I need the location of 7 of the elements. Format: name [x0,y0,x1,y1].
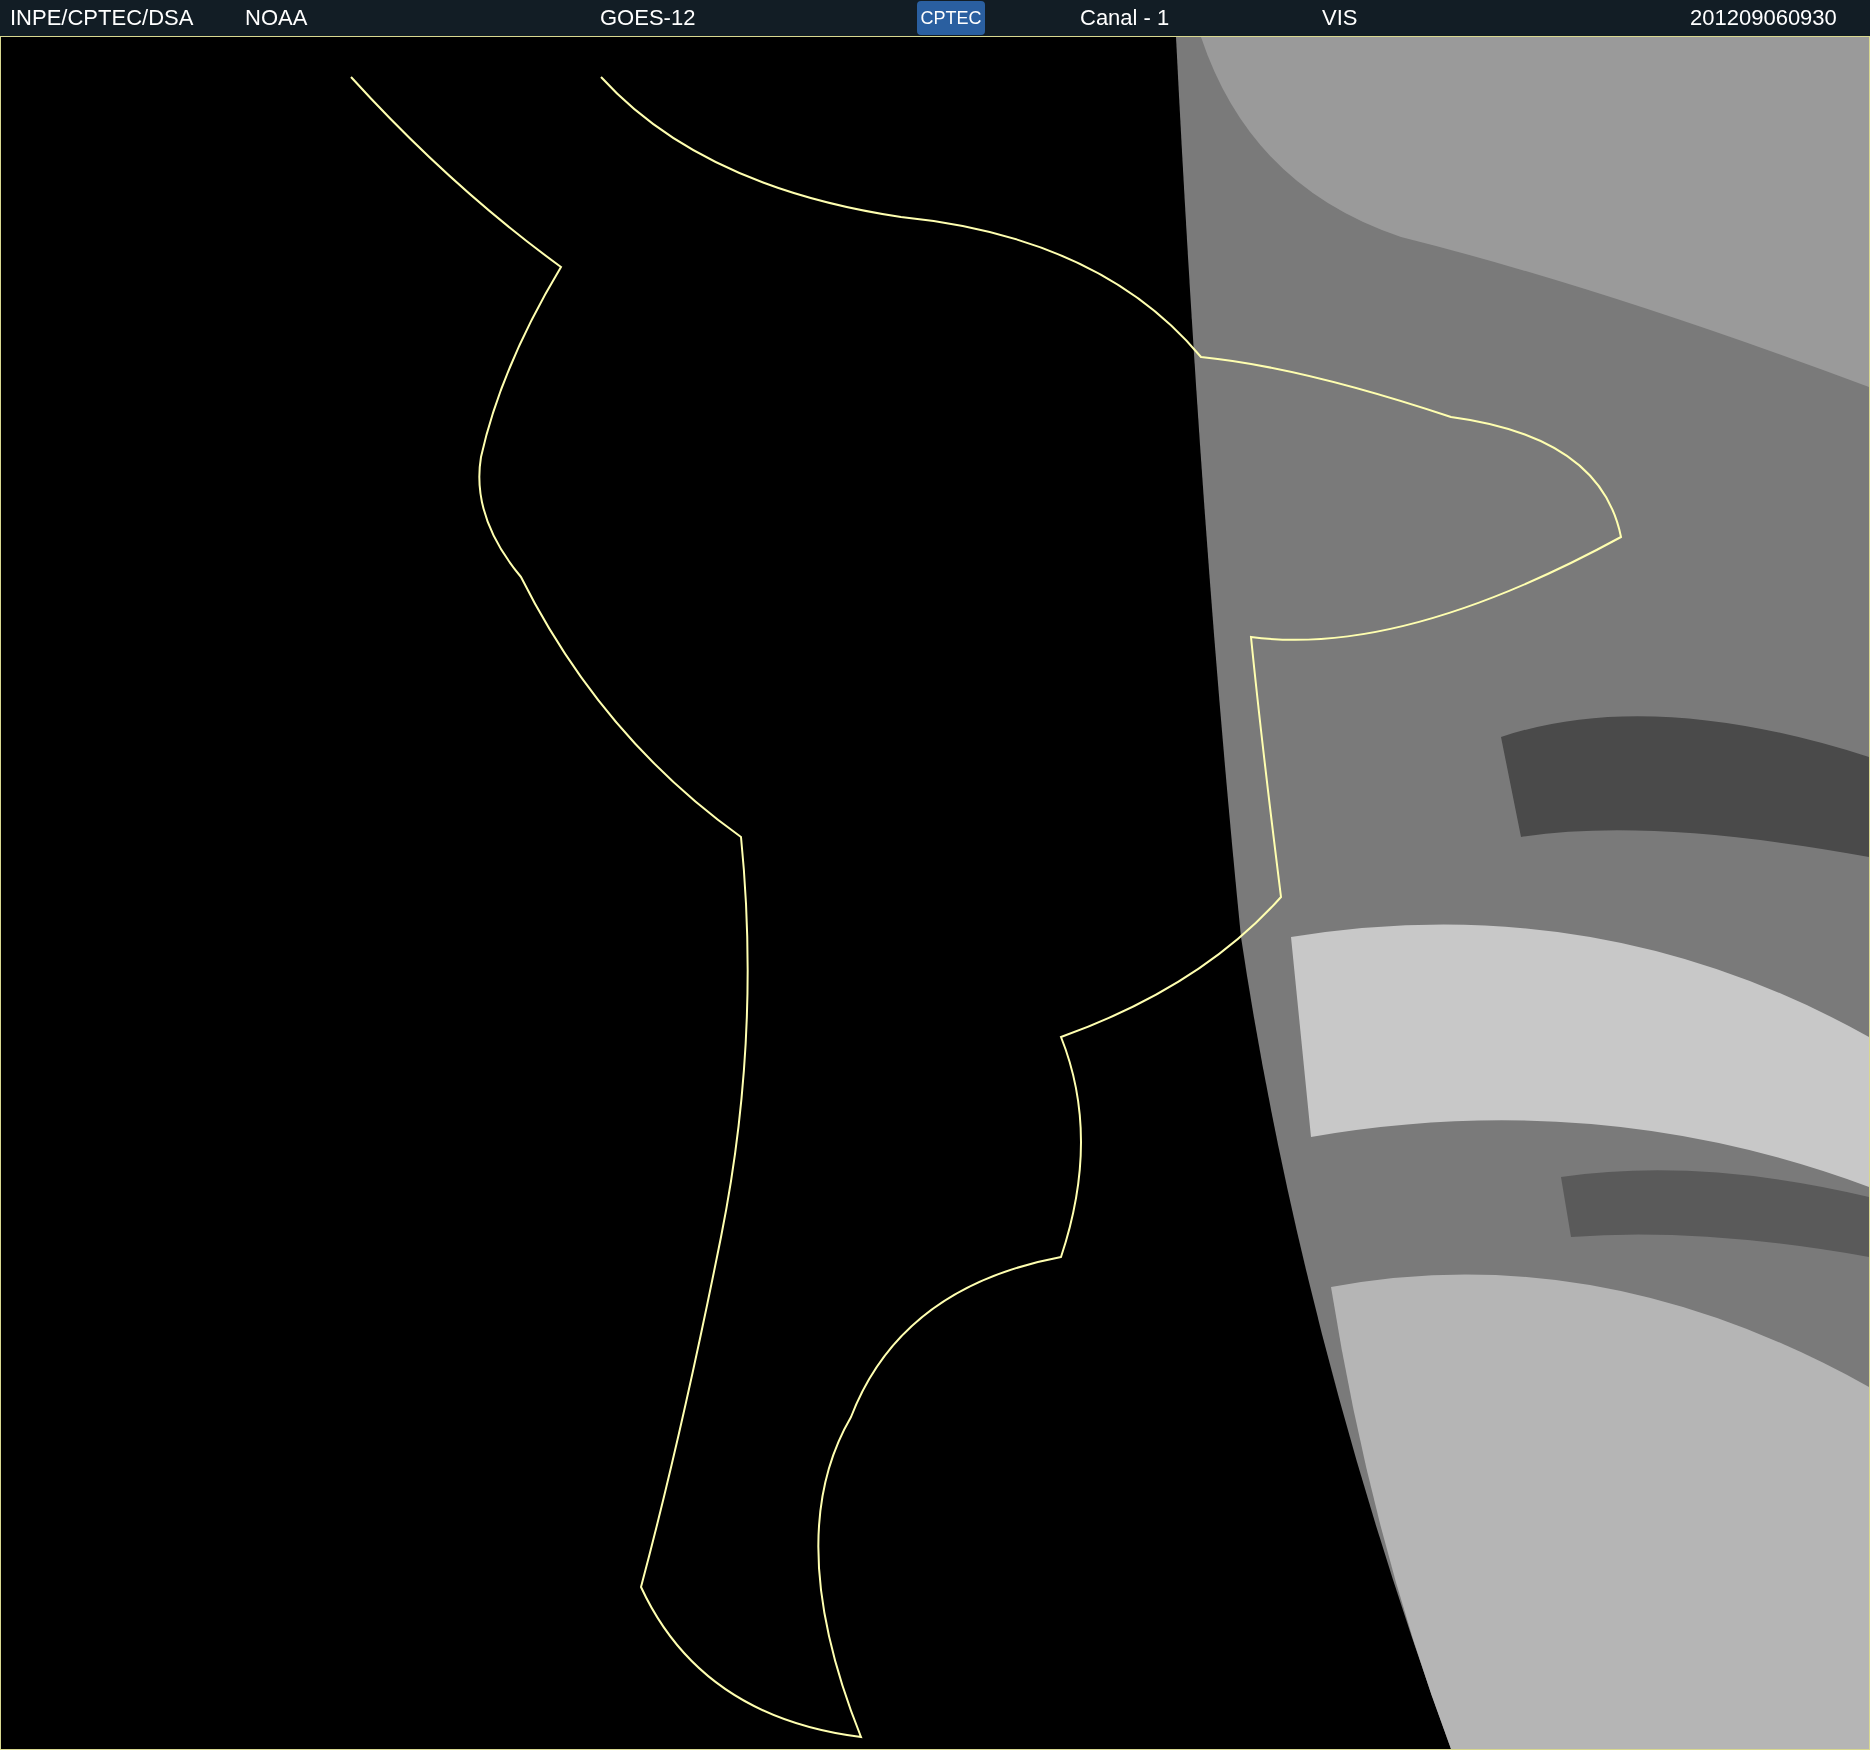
header-label: VIS [1322,5,1358,31]
header-label: INPE/CPTEC/DSA [10,5,194,31]
header-label: GOES-12 [600,5,696,31]
header-label: 201209060930 [1690,5,1837,31]
header-label: NOAA [245,5,308,31]
header-label: Canal - 1 [1080,5,1170,31]
logo: CPTEC [917,1,985,35]
